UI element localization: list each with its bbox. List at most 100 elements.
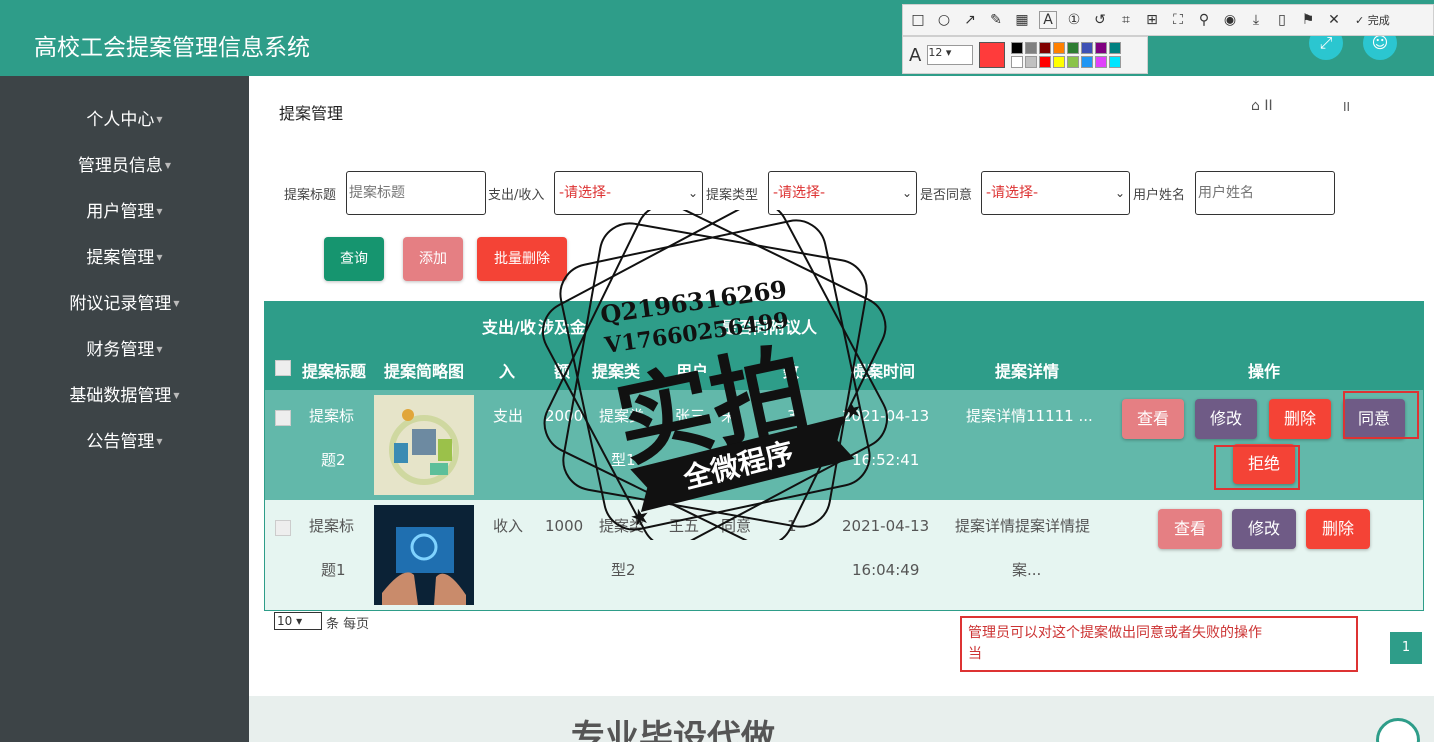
arrow-tool-icon[interactable]: ↗ (961, 12, 979, 28)
row-title-b: 题1 (321, 561, 346, 579)
row-count: 1 (787, 517, 797, 535)
download-icon[interactable]: ⤓ (1247, 12, 1265, 28)
sidebar-item-proposals[interactable]: 提案管理 ▼ (0, 235, 249, 281)
category-filter-select[interactable]: -请选择- ⌄ (768, 171, 917, 215)
view-button[interactable]: 查看 (1122, 399, 1184, 439)
palette-color-swatch[interactable] (1053, 56, 1066, 68)
proposal-thumbnail[interactable] (374, 395, 474, 495)
delete-button[interactable]: 删除 (1306, 509, 1370, 549)
row-user: 张三 (675, 407, 706, 425)
edit-button[interactable]: 修改 (1232, 509, 1296, 549)
select-all-checkbox[interactable] (275, 360, 291, 376)
row-category-a: 提案类 (599, 407, 645, 425)
row-time-b: 16:52:41 (852, 451, 920, 469)
palette-color-swatch[interactable] (1025, 42, 1038, 54)
pin-icon[interactable]: ⚲ (1195, 12, 1213, 28)
close-icon[interactable]: ✕ (1325, 12, 1343, 28)
annotation-style-bar: A 12 ▾ (902, 36, 1148, 74)
ellipse-tool-icon[interactable]: ○ (935, 12, 953, 28)
palette-color-swatch[interactable] (1095, 56, 1108, 68)
delete-button[interactable]: 删除 (1269, 399, 1331, 439)
app-title: 高校工会提案管理信息系统 (34, 35, 310, 61)
user-filter-input[interactable] (1195, 171, 1335, 215)
palette-color-swatch[interactable] (1095, 42, 1108, 54)
palette-color-swatch[interactable] (1011, 42, 1024, 54)
palette-color-swatch[interactable] (1025, 56, 1038, 68)
home-icon[interactable]: ⌂ (1251, 98, 1260, 114)
breadcrumb-separator-2: II (1343, 100, 1351, 114)
crop-icon[interactable]: ⌗ (1117, 12, 1135, 28)
sidebar-item-notices[interactable]: 公告管理 ▼ (0, 419, 249, 465)
font-size-select[interactable]: 12 ▾ (927, 45, 974, 65)
done-label: 完成 (1367, 14, 1390, 27)
row-title-a: 提案标 (309, 517, 355, 535)
page-size-select[interactable]: 10 ▾ (274, 612, 322, 630)
title-filter-input[interactable] (346, 171, 486, 215)
table-header: 提案标题 提案简略图 支出/收 入 涉及金 额 提案类 用户 是否同 附议人 数… (265, 302, 1423, 390)
edit-button[interactable]: 修改 (1195, 399, 1257, 439)
undo-icon[interactable]: ↺ (1091, 12, 1109, 28)
batch-delete-button[interactable]: 批量删除 (477, 237, 567, 281)
rectangle-tool-icon[interactable]: □ (909, 12, 927, 28)
sidebar-item-personal[interactable]: 个人中心 ▼ (0, 97, 249, 143)
record-icon[interactable]: ◉ (1221, 12, 1239, 28)
row-checkbox[interactable] (275, 520, 291, 536)
scan-icon[interactable]: ⛶ (1169, 12, 1187, 28)
category-filter-label: 提案类型 (706, 188, 759, 203)
col-count: 数 (783, 362, 800, 381)
mosaic-tool-icon[interactable]: ▦ (1013, 12, 1031, 28)
row-type: 收入 (493, 517, 524, 535)
row-checkbox[interactable] (275, 410, 291, 426)
palette-color-swatch[interactable] (1039, 42, 1052, 54)
done-button[interactable]: ✓ 完成 (1355, 12, 1390, 28)
palette-color-swatch[interactable] (1039, 56, 1052, 68)
search-button[interactable]: 查询 (324, 237, 384, 281)
page-size-value: 10 (277, 614, 293, 628)
palette-color-swatch[interactable] (1067, 42, 1080, 54)
caret-down-icon: ▼ (156, 115, 163, 124)
sidebar-item-seconding[interactable]: 附议记录管理 ▼ (0, 281, 249, 327)
type-filter-select[interactable]: -请选择- ⌄ (554, 171, 703, 215)
agree-filter-select[interactable]: -请选择- ⌄ (981, 171, 1130, 215)
add-button[interactable]: 添加 (403, 237, 463, 281)
highlight-box-approve (1343, 391, 1419, 439)
sidebar-item-users[interactable]: 用户管理 ▼ (0, 189, 249, 235)
ocr-icon[interactable]: ⊞ (1143, 12, 1161, 28)
palette-color-swatch[interactable] (1053, 42, 1066, 54)
palette-color-swatch[interactable] (1011, 56, 1024, 68)
view-button[interactable]: 查看 (1158, 509, 1222, 549)
palette-color-swatch[interactable] (1067, 56, 1080, 68)
sidebar-item-basedata[interactable]: 基础数据管理 ▼ (0, 373, 249, 419)
col-image: 提案简略图 (384, 362, 465, 381)
agree-filter-label: 是否同意 (920, 188, 973, 203)
row-amount: 2000 (545, 407, 584, 425)
row-detail-b: 案... (1012, 561, 1042, 579)
pen-tool-icon[interactable]: ✎ (987, 12, 1005, 28)
col-title[interactable]: 提案标题 (302, 358, 366, 382)
caret-down-icon: ▼ (173, 299, 180, 308)
row-time-a: 2021-04-13 (842, 407, 930, 425)
sidebar-item-label: 个人中心 (86, 110, 155, 130)
proposal-thumbnail[interactable] (374, 505, 474, 605)
palette-color-swatch[interactable] (1081, 42, 1094, 54)
palette-color-swatch[interactable] (1081, 56, 1094, 68)
current-color-swatch[interactable] (979, 42, 1006, 68)
text-tool-icon[interactable]: A (1039, 11, 1057, 29)
palette-color-swatch[interactable] (1109, 42, 1122, 54)
sidebar-item-admin[interactable]: 管理员信息 ▼ (0, 143, 249, 189)
row-type: 支出 (493, 407, 524, 425)
table-row[interactable]: 提案标 题1 收入 1000 提案类 型2 王五 同意 1 2021-04-13… (265, 500, 1423, 610)
palette-color-swatch[interactable] (1109, 56, 1122, 68)
phone-icon[interactable]: ▯ (1273, 12, 1291, 28)
sidebar-item-label: 提案管理 (86, 248, 155, 268)
row-category-b: 型1 (611, 451, 636, 469)
caret-down-icon: ▼ (156, 437, 163, 446)
sidebar-item-finance[interactable]: 财务管理 ▼ (0, 327, 249, 373)
footer-text: 专业毕设代做 (571, 718, 775, 742)
type-filter-label: 支出/收入 (488, 188, 545, 203)
row-time-b: 16:04:49 (852, 561, 920, 579)
row-category-b: 型2 (611, 561, 636, 579)
number-tool-icon[interactable]: ① (1065, 12, 1083, 28)
bookmark-icon[interactable]: ⚑ (1299, 12, 1317, 28)
page-number-button[interactable]: 1 (1390, 632, 1422, 664)
